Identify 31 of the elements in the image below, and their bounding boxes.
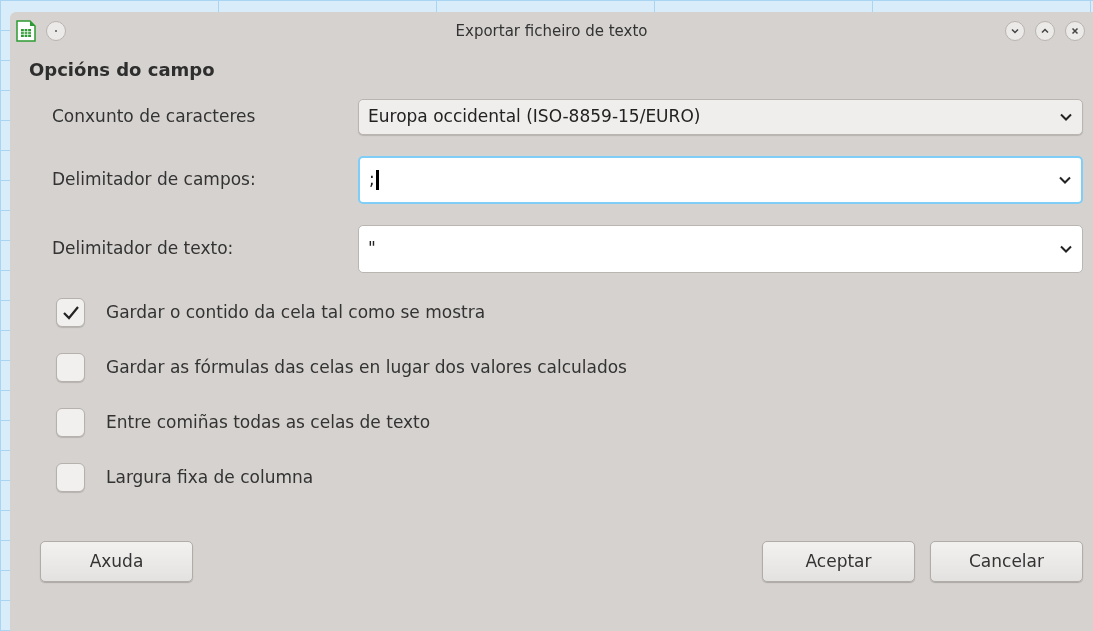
checkmark-icon: [61, 304, 80, 321]
close-button[interactable]: [1065, 21, 1085, 41]
menu-button[interactable]: [46, 21, 66, 41]
field-label: Delimitador de campos:: [52, 168, 257, 192]
minimize-button[interactable]: [1005, 21, 1025, 41]
checkbox[interactable]: [56, 408, 85, 437]
dialog-button[interactable]: Axuda: [40, 541, 193, 582]
close-icon: [1070, 26, 1080, 36]
spreadsheet-icon: [16, 20, 36, 42]
charset-dropdown[interactable]: Europa occidental (ISO-8859-15/EURO): [358, 99, 1083, 135]
checkbox[interactable]: [56, 353, 85, 382]
dialog-button[interactable]: Aceptar: [762, 541, 915, 582]
window-title: Exportar ficheiro de texto: [455, 20, 648, 42]
section-heading: Opcións do campo: [29, 58, 215, 82]
checkbox[interactable]: [56, 463, 85, 492]
caret-icon: [1059, 112, 1073, 122]
field-label: Delimitador de texto:: [52, 237, 235, 261]
checkbox-label[interactable]: Gardar o contido da cela tal como se mostra: [106, 299, 486, 326]
chevron-up-icon: [1040, 26, 1050, 36]
checkbox[interactable]: [56, 298, 85, 327]
field-label: Conxunto de caracteres: [52, 105, 257, 129]
caret-icon: [1059, 244, 1073, 254]
dialog-button[interactable]: Cancelar: [930, 541, 1083, 582]
checkbox-label[interactable]: Largura fixa de columna: [106, 464, 314, 491]
checkbox-label[interactable]: Entre comiñas todas as celas de texto: [106, 409, 431, 436]
chevron-down-icon: [1010, 26, 1020, 36]
caret-icon: [1058, 175, 1072, 185]
combo-box[interactable]: ": [358, 225, 1083, 273]
checkbox-label[interactable]: Gardar as fórmulas das celas en lugar dos valores calculados: [106, 354, 627, 381]
combo-box[interactable]: ;: [358, 156, 1083, 204]
maximize-button[interactable]: [1035, 21, 1055, 41]
